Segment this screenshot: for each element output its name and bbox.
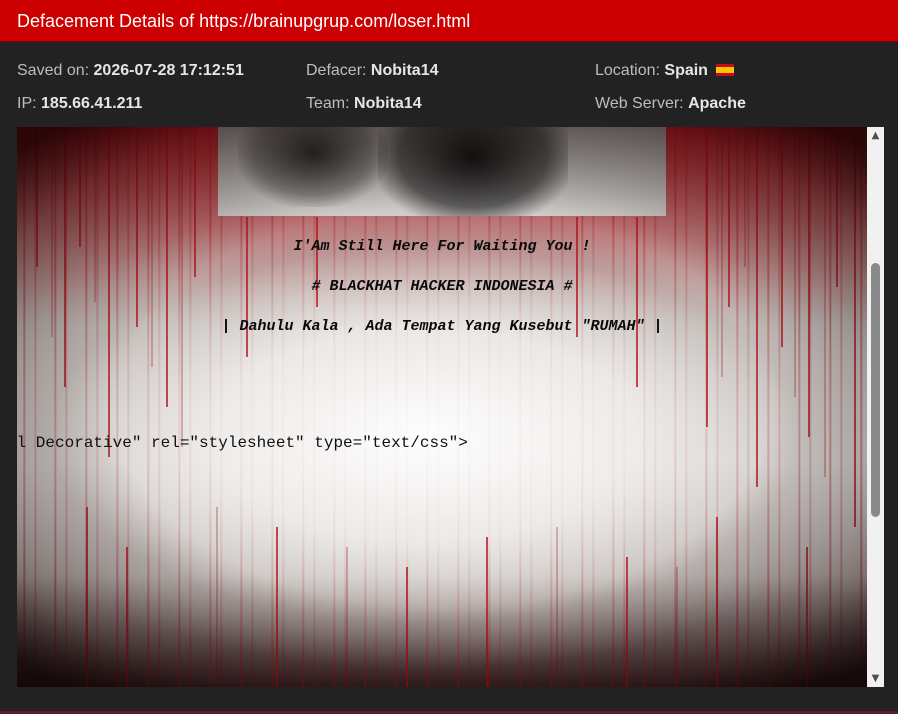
defacement-photo <box>218 127 666 216</box>
spain-flag-icon <box>716 64 735 76</box>
location-label: Location: <box>595 62 660 79</box>
mirror-preview-frame[interactable]: I'Am Still Here For Waiting You ! # BLAC… <box>17 127 867 687</box>
ip-label: IP: <box>17 95 37 112</box>
photo-figure-shadow <box>238 127 388 207</box>
location-field: Location: Spain <box>595 61 735 81</box>
vertical-scrollbar[interactable]: ▲ ▼ <box>867 127 884 687</box>
leaked-html-code: el Decorative" rel="stylesheet" type="te… <box>17 434 468 452</box>
location-value: Spain <box>664 62 708 79</box>
message-line-1: I'Am Still Here For Waiting You ! <box>293 238 591 255</box>
scrollbar-thumb[interactable] <box>871 263 880 517</box>
photo-figure-silhouette <box>378 127 568 216</box>
webserver-label: Web Server: <box>595 95 684 112</box>
ip-field: IP: 185.66.41.211 <box>17 94 142 114</box>
scroll-up-arrow-icon[interactable]: ▲ <box>867 127 884 144</box>
dialog-title: Defacement Details of https://brainupgru… <box>0 0 898 42</box>
message-line-2: # BLACKHAT HACKER INDONESIA # <box>311 278 573 295</box>
saved-on-value: 2026-07-28 17:12:51 <box>93 62 244 79</box>
saved-on-field: Saved on: 2026-07-28 17:12:51 <box>17 61 244 81</box>
team-field: Team: Nobita14 <box>306 94 422 114</box>
ip-value: 185.66.41.211 <box>41 95 143 112</box>
defacer-label: Defacer: <box>306 62 367 79</box>
team-value[interactable]: Nobita14 <box>354 95 422 112</box>
defacer-field: Defacer: Nobita14 <box>306 61 439 81</box>
team-label: Team: <box>306 95 350 112</box>
webserver-field: Web Server: Apache <box>595 94 746 114</box>
webserver-value: Apache <box>688 95 746 112</box>
defacer-value[interactable]: Nobita14 <box>371 62 439 79</box>
scroll-down-arrow-icon[interactable]: ▼ <box>867 670 884 687</box>
message-line-3: | Dahulu Kala , Ada Tempat Yang Kusebut … <box>221 318 663 335</box>
saved-on-label: Saved on: <box>17 62 90 79</box>
